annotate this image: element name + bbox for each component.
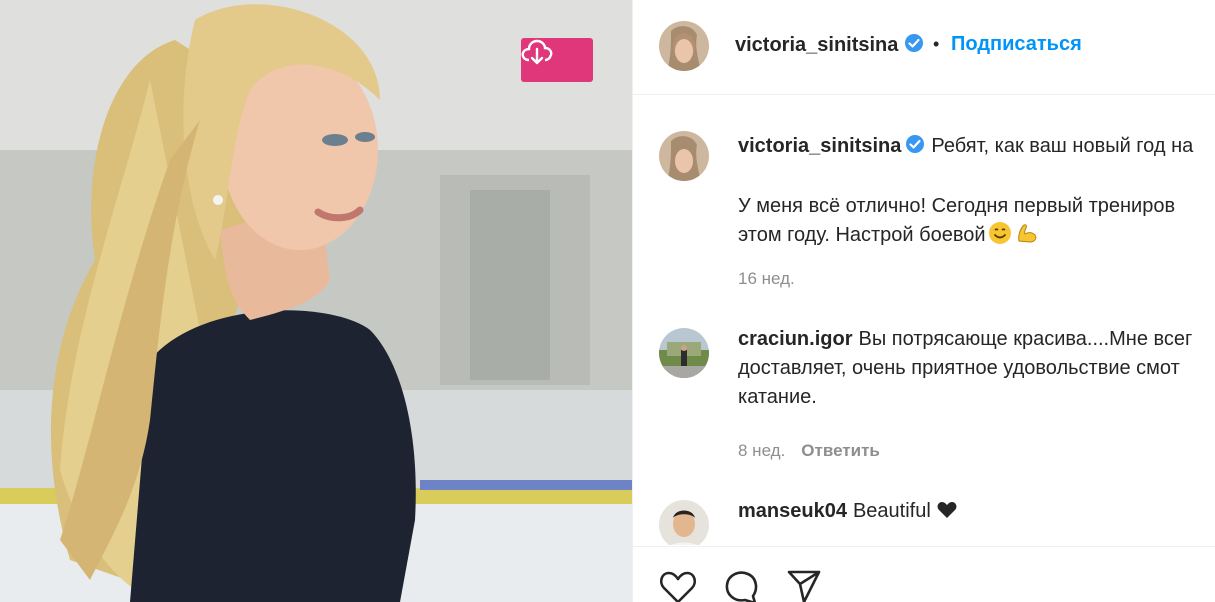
caption-comment: victoria_sinitsina Ребят, как ваш новый г… bbox=[633, 95, 1215, 315]
heart-icon bbox=[659, 571, 697, 602]
post-photo bbox=[0, 0, 632, 602]
cloud-download-icon bbox=[521, 39, 553, 65]
share-button[interactable] bbox=[786, 569, 822, 602]
comment-item: manseuk04 Beautiful bbox=[633, 500, 1215, 545]
send-icon bbox=[787, 570, 821, 602]
post-sidebar: victoria_sinitsina • Подписаться victori… bbox=[632, 0, 1215, 602]
follow-button[interactable]: Подписаться bbox=[951, 33, 1082, 56]
reply-button[interactable]: Ответить bbox=[801, 441, 880, 460]
like-button[interactable] bbox=[659, 569, 697, 602]
comment-username[interactable]: manseuk04 bbox=[738, 500, 847, 522]
avatar[interactable] bbox=[659, 500, 709, 545]
comment-button[interactable] bbox=[723, 569, 759, 602]
verified-badge-icon bbox=[905, 134, 925, 163]
header-username-label[interactable]: victoria_sinitsina bbox=[735, 34, 898, 56]
comment-text: victoria_sinitsina Ребят, как ваш новый г… bbox=[738, 132, 1215, 254]
flexed-biceps-emoji bbox=[1015, 221, 1039, 254]
comment-line: катание. bbox=[738, 386, 817, 408]
post-header: victoria_sinitsina • Подписаться bbox=[633, 0, 1215, 95]
comment-line: У меня всё отлично! Сегодня первый трени… bbox=[738, 195, 1176, 217]
comment-timestamp: 8 нед. bbox=[738, 441, 786, 460]
comment-icon bbox=[725, 571, 758, 602]
comment-meta: 8 нед. Ответить bbox=[738, 441, 880, 461]
comment-text: craciun.igor Вы потрясающе красива....Мне… bbox=[738, 325, 1215, 412]
comment-line: Вы потрясающе красива....Мне всег bbox=[858, 328, 1193, 350]
comment-line: доставляет, очень приятное удовольствие … bbox=[738, 357, 1180, 379]
comment-line: этом году. Настрой боевой bbox=[738, 224, 986, 246]
smiling-face-emoji bbox=[988, 221, 1012, 254]
comments-list: victoria_sinitsina Ребят, как ваш новый г… bbox=[633, 95, 1215, 545]
header-username[interactable]: victoria_sinitsina bbox=[735, 33, 924, 59]
black-heart-icon bbox=[937, 499, 957, 528]
avatar[interactable] bbox=[659, 131, 709, 181]
avatar[interactable] bbox=[659, 328, 709, 378]
comment-username[interactable]: craciun.igor bbox=[738, 328, 852, 350]
comment-timestamp: 16 нед. bbox=[738, 269, 795, 288]
comment-line: Ребят, как ваш новый год на bbox=[931, 135, 1194, 157]
verified-badge-icon bbox=[904, 33, 924, 59]
comment-text: manseuk04 Beautiful bbox=[738, 497, 1215, 528]
comment-item: craciun.igor Вы потрясающе красива....Мне… bbox=[633, 325, 1215, 465]
post-actions bbox=[633, 546, 1215, 602]
comment-line: Beautiful bbox=[852, 500, 931, 522]
post-image bbox=[0, 0, 632, 602]
download-button[interactable] bbox=[521, 38, 593, 82]
avatar[interactable] bbox=[659, 21, 709, 71]
comment-username[interactable]: victoria_sinitsina bbox=[738, 135, 901, 157]
separator-dot: • bbox=[933, 34, 940, 54]
